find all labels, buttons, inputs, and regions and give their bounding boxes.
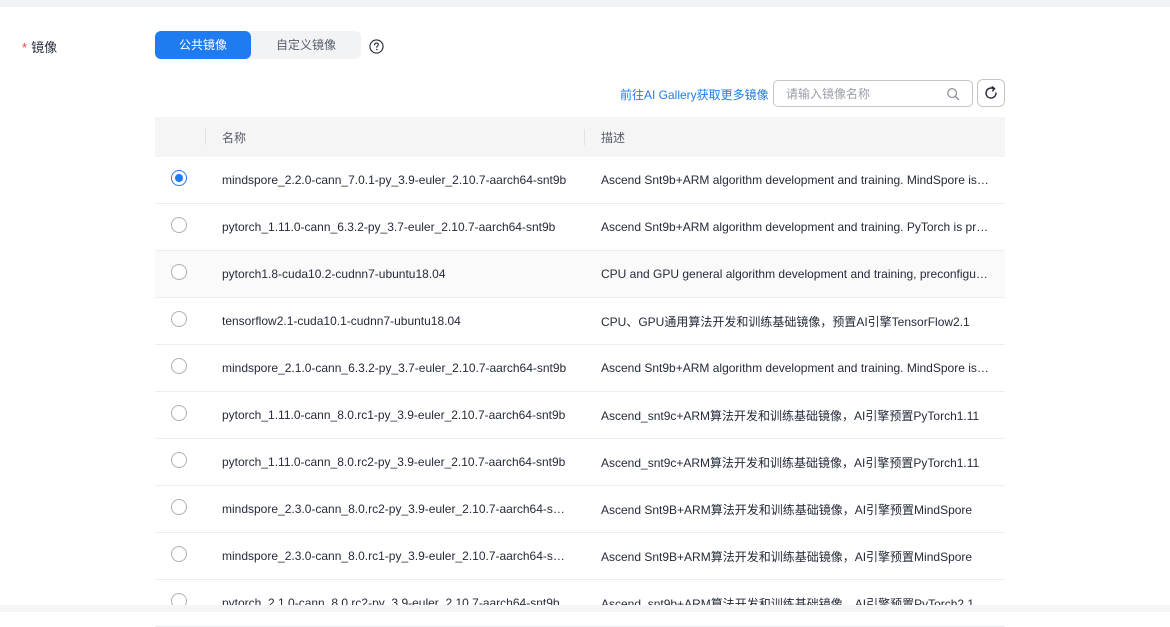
- row-radio[interactable]: [171, 264, 187, 280]
- row-radio[interactable]: [171, 217, 187, 233]
- table-row[interactable]: pytorch_1.11.0-cann_8.0.rc2-py_3.9-euler…: [155, 439, 1005, 486]
- row-radio[interactable]: [171, 452, 187, 468]
- bottom-divider-strip: [0, 605, 1170, 612]
- image-description: Ascend Snt9b+ARM algorithm development a…: [601, 220, 989, 234]
- image-description: Ascend Snt9b+ARM algorithm development a…: [601, 173, 989, 187]
- table-row[interactable]: mindspore_2.1.0-cann_6.3.2-py_3.7-euler_…: [155, 345, 1005, 392]
- search-input[interactable]: [774, 81, 946, 106]
- image-description: CPU、GPU通用算法开发和训练基础镜像，预置AI引擎TensorFlow2.1: [601, 314, 970, 329]
- tab-public-images[interactable]: 公共镜像: [155, 31, 251, 59]
- image-name: pytorch_1.11.0-cann_6.3.2-py_3.7-euler_2…: [222, 220, 556, 234]
- question-circle-icon[interactable]: [369, 39, 384, 54]
- image-name: tensorflow2.1-cuda10.1-cudnn7-ubuntu18.0…: [222, 314, 461, 328]
- required-mark: *: [22, 40, 28, 55]
- image-label-text: 镜像: [31, 40, 58, 55]
- image-description: Ascend_snt9c+ARM算法开发和训练基础镜像，AI引擎预置PyTorc…: [601, 455, 980, 470]
- refresh-button[interactable]: [977, 79, 1005, 107]
- image-table: 名称 描述 mindspore_2.2.0-cann_7.0.1-py_3.9-…: [155, 117, 1005, 627]
- column-separator: [584, 129, 585, 145]
- row-radio[interactable]: [171, 170, 187, 186]
- row-radio[interactable]: [171, 311, 187, 327]
- image-source-tabs: 公共镜像 自定义镜像: [155, 31, 361, 59]
- image-name: pytorch_1.11.0-cann_8.0.rc1-py_3.9-euler…: [222, 408, 566, 422]
- ai-gallery-link[interactable]: 前往AI Gallery获取更多镜像: [620, 86, 769, 103]
- image-description: Ascend Snt9b+ARM algorithm development a…: [601, 361, 989, 375]
- row-radio[interactable]: [171, 358, 187, 374]
- table-row[interactable]: mindspore_2.3.0-cann_8.0.rc2-py_3.9-eule…: [155, 486, 1005, 533]
- table-row[interactable]: tensorflow2.1-cuda10.1-cudnn7-ubuntu18.0…: [155, 298, 1005, 345]
- image-description: CPU and GPU general algorithm developmen…: [601, 267, 988, 281]
- table-row[interactable]: mindspore_2.2.0-cann_7.0.1-py_3.9-euler_…: [155, 157, 1005, 204]
- table-header: 名称 描述: [155, 117, 1005, 157]
- image-name: mindspore_2.3.0-cann_8.0.rc1-py_3.9-eule…: [222, 549, 565, 563]
- image-field-label: * 镜像: [22, 37, 57, 56]
- tab-custom-images[interactable]: 自定义镜像: [251, 31, 361, 59]
- search-box: [773, 80, 973, 107]
- column-header-description: 描述: [601, 130, 626, 145]
- row-radio[interactable]: [171, 546, 187, 562]
- column-separator: [205, 129, 206, 145]
- image-name: pytorch_1.11.0-cann_8.0.rc2-py_3.9-euler…: [222, 455, 566, 469]
- refresh-icon: [985, 86, 997, 99]
- row-radio[interactable]: [171, 405, 187, 421]
- table-row[interactable]: pytorch_1.11.0-cann_6.3.2-py_3.7-euler_2…: [155, 204, 1005, 251]
- table-row[interactable]: mindspore_2.3.0-cann_8.0.rc1-py_3.9-eule…: [155, 533, 1005, 580]
- image-description: Ascend_snt9c+ARM算法开发和训练基础镜像，AI引擎预置PyTorc…: [601, 408, 980, 423]
- image-description: Ascend Snt9B+ARM算法开发和训练基础镜像，AI引擎预置MindSp…: [601, 502, 973, 517]
- image-name: mindspore_2.2.0-cann_7.0.1-py_3.9-euler_…: [222, 173, 567, 187]
- top-divider-strip: [0, 0, 1170, 7]
- image-name: mindspore_2.3.0-cann_8.0.rc2-py_3.9-eule…: [222, 502, 565, 516]
- image-name: mindspore_2.1.0-cann_6.3.2-py_3.7-euler_…: [222, 361, 567, 375]
- column-header-name: 名称: [222, 130, 247, 145]
- row-radio[interactable]: [171, 499, 187, 515]
- image-description: Ascend Snt9B+ARM算法开发和训练基础镜像，AI引擎预置MindSp…: [601, 549, 973, 564]
- table-row[interactable]: pytorch1.8-cuda10.2-cudnn7-ubuntu18.04 C…: [155, 251, 1005, 298]
- search-icon[interactable]: [946, 87, 960, 101]
- table-row[interactable]: pytorch_1.11.0-cann_8.0.rc1-py_3.9-euler…: [155, 392, 1005, 439]
- image-name: pytorch1.8-cuda10.2-cudnn7-ubuntu18.04: [222, 267, 446, 281]
- table-row[interactable]: pytorch_2.1.0-cann_8.0.rc2-py_3.9-euler_…: [155, 580, 1005, 627]
